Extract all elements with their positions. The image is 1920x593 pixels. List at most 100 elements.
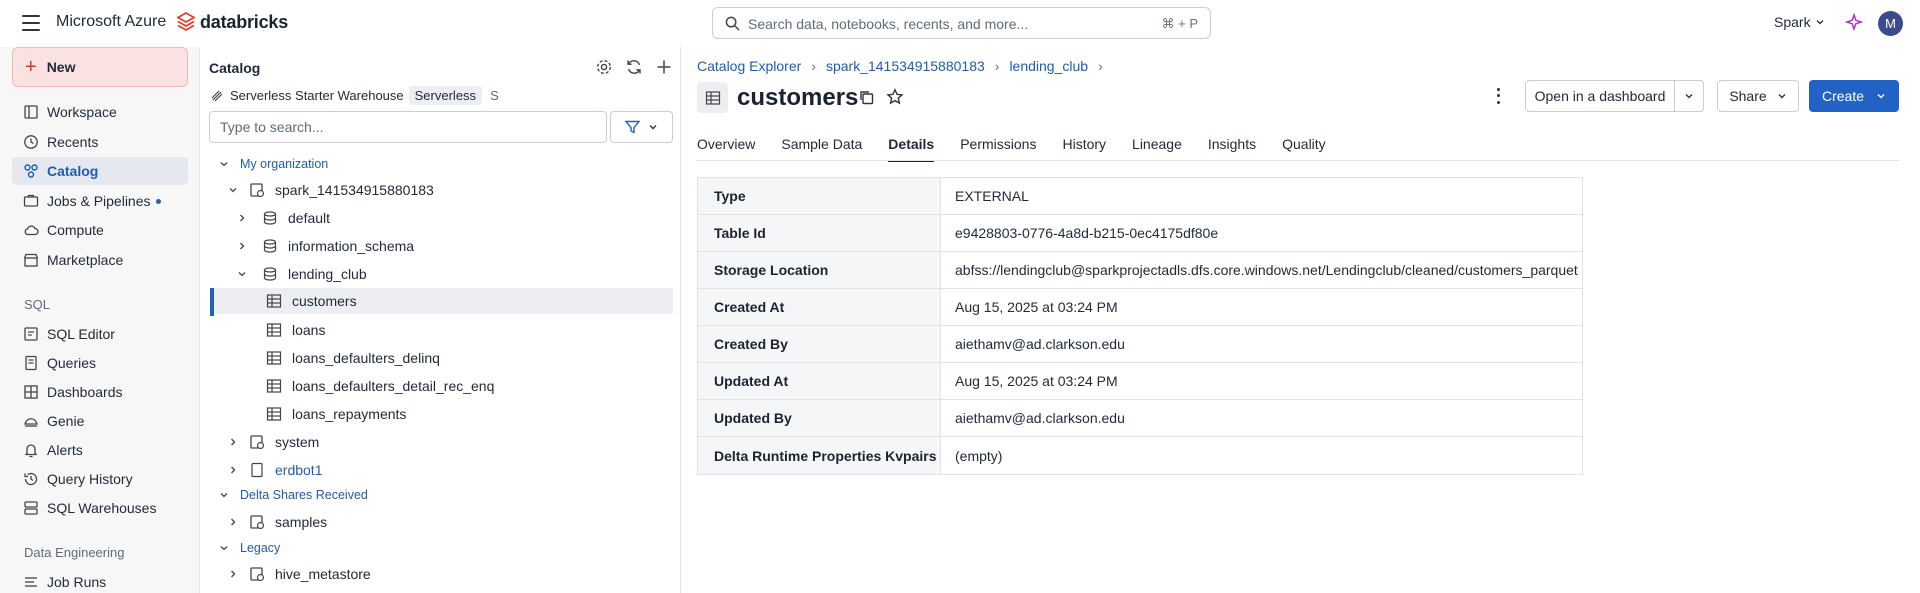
tree-group-legacy[interactable]: Legacy	[218, 535, 280, 561]
details-row-delta-runtime-properties: Delta Runtime Properties Kvpairs (empty)	[698, 437, 1582, 474]
chevron-right-icon	[231, 466, 236, 474]
nav-item-workspace[interactable]: Workspace	[12, 98, 188, 126]
tree-item-samples[interactable]: samples	[227, 509, 327, 535]
chevron-down-icon	[1778, 94, 1786, 99]
tab-permissions[interactable]: Permissions	[960, 136, 1036, 162]
filter-button[interactable]	[610, 111, 673, 143]
details-value: (empty)	[955, 447, 1003, 464]
tab-quality[interactable]: Quality	[1282, 136, 1326, 162]
breadcrumb-spark-catalog[interactable]: spark_141534915880183	[826, 58, 985, 74]
tree-item-information-schema[interactable]: information_schema	[236, 233, 414, 259]
nav-item-sql-warehouses[interactable]: SQL Warehouses	[12, 494, 188, 522]
tree-item-label: loans_defaulters_delinq	[292, 350, 440, 366]
chevron-right-icon	[231, 438, 236, 446]
breadcrumb-lending-club[interactable]: lending_club	[1009, 58, 1088, 74]
tree-item-loans-repayments[interactable]: loans_repayments	[266, 401, 406, 427]
nav-item-recents[interactable]: Recents	[12, 128, 188, 156]
nav-item-job-runs[interactable]: Job Runs	[12, 568, 188, 593]
tab-sample-data[interactable]: Sample Data	[781, 136, 862, 162]
open-in-dashboard-label: Open in a dashboard	[1534, 88, 1666, 104]
table-icon	[266, 294, 282, 308]
chevron-down-icon	[229, 188, 237, 193]
nav-item-query-history[interactable]: Query History	[12, 465, 188, 493]
tree-group-my-organization[interactable]: My organization	[218, 151, 328, 177]
table-icon	[705, 90, 720, 105]
dashboard-icon	[24, 385, 38, 399]
history-icon	[24, 472, 38, 486]
nav-label: SQL Warehouses	[47, 500, 157, 516]
add-icon[interactable]	[655, 58, 673, 76]
global-search-input[interactable]: Search data, notebooks, recents, and mor…	[712, 7, 1211, 39]
tree-group-delta-shares[interactable]: Delta Shares Received	[218, 482, 368, 508]
tab-details[interactable]: Details	[888, 136, 935, 162]
open-in-dashboard-button[interactable]: Open in a dashboard	[1525, 80, 1675, 112]
tree-item-label: customers	[292, 293, 357, 309]
warehouse-selector[interactable]: Serverless Starter Warehouse Serverless …	[210, 86, 499, 105]
tree-item-lending-club[interactable]: lending_club	[236, 261, 367, 287]
sql-section-label: SQL	[24, 297, 51, 312]
dashboard-options-dropdown[interactable]	[1674, 80, 1704, 112]
details-key: Updated By	[698, 400, 941, 436]
nav-item-sql-editor[interactable]: SQL Editor	[12, 320, 188, 348]
details-row-type: Type EXTERNAL	[698, 178, 1582, 215]
tree-item-loans-defaulters-delinq[interactable]: loans_defaulters_delinq	[266, 345, 440, 371]
tree-item-customers[interactable]: customers	[210, 288, 673, 314]
tab-insights[interactable]: Insights	[1208, 136, 1256, 162]
nav-item-compute[interactable]: Compute	[12, 216, 188, 244]
tree-item-hive-metastore[interactable]: hive_metastore	[227, 561, 371, 587]
details-key: Created By	[698, 326, 941, 362]
share-button[interactable]: Share	[1717, 80, 1799, 112]
editor-icon	[24, 327, 38, 341]
tree-item-spark-catalog[interactable]: spark_141534915880183	[227, 177, 434, 203]
tab-history[interactable]: History	[1062, 136, 1106, 162]
breadcrumb-catalog-explorer[interactable]: Catalog Explorer	[697, 58, 801, 74]
nav-item-marketplace[interactable]: Marketplace	[12, 246, 188, 274]
nav-item-catalog[interactable]: Catalog	[12, 157, 188, 185]
tree-group-label: Delta Shares Received	[240, 488, 368, 502]
details-value: Aug 15, 2025 at 03:24 PM	[955, 373, 1118, 389]
tree-group-label: My organization	[240, 157, 329, 171]
user-avatar[interactable]: M	[1878, 11, 1903, 36]
catalog-db-icon	[250, 183, 265, 198]
catalog-search-input[interactable]: Type to search...	[209, 111, 607, 143]
share-label: Share	[1729, 88, 1767, 104]
new-button[interactable]: + New	[12, 47, 188, 87]
nav-item-jobs-pipelines[interactable]: Jobs & Pipelines	[12, 187, 188, 215]
menu-icon[interactable]	[22, 15, 40, 31]
notification-dot	[155, 198, 161, 204]
tree-item-system[interactable]: system	[227, 429, 319, 455]
details-value: Aug 15, 2025 at 03:24 PM	[955, 299, 1118, 315]
tab-overview[interactable]: Overview	[697, 136, 755, 162]
copy-icon[interactable]	[858, 89, 875, 106]
chevron-down-icon	[220, 162, 228, 167]
nav-item-dashboards[interactable]: Dashboards	[12, 378, 188, 406]
tree-item-default[interactable]: default	[236, 205, 330, 231]
tab-lineage[interactable]: Lineage	[1132, 136, 1182, 162]
details-row-updated-at: Updated At Aug 15, 2025 at 03:24 PM	[698, 363, 1582, 400]
nav-label: Query History	[47, 471, 133, 487]
tree-item-label: erdbot1	[275, 462, 323, 478]
assistant-sparkle-icon[interactable]	[1845, 13, 1863, 31]
catalog-db-icon	[250, 567, 265, 582]
chevron-down-icon	[238, 272, 246, 277]
create-button[interactable]: Create	[1809, 80, 1899, 112]
nav-label: Queries	[47, 355, 97, 371]
tree-item-loans-defaulters-detail-rec-enq[interactable]: loans_defaulters_detail_rec_enq	[266, 373, 494, 399]
more-options-icon[interactable]	[1492, 86, 1504, 106]
nav-item-genie[interactable]: Genie	[12, 407, 188, 435]
gear-icon[interactable]	[595, 58, 613, 76]
refresh-icon[interactable]	[625, 58, 643, 76]
tree-item-erdbot1[interactable]: erdbot1	[227, 457, 322, 483]
tab-bar: Overview Sample Data Details Permissions…	[697, 136, 1352, 162]
tree-item-loans[interactable]: loans	[266, 317, 325, 343]
nav-item-queries[interactable]: Queries	[12, 349, 188, 377]
chevron-right-icon	[240, 242, 245, 250]
details-value: abfss://lendingclub@sparkprojectadls.dfs…	[955, 262, 1578, 278]
jobs-icon	[23, 194, 39, 207]
star-icon[interactable]	[886, 88, 904, 106]
new-button-label: New	[46, 59, 76, 75]
catalog-db-icon	[250, 435, 265, 450]
nav-item-alerts[interactable]: Alerts	[12, 436, 188, 464]
workspace-switcher[interactable]: Spark	[1774, 14, 1825, 30]
tree-item-label: default	[288, 210, 331, 226]
